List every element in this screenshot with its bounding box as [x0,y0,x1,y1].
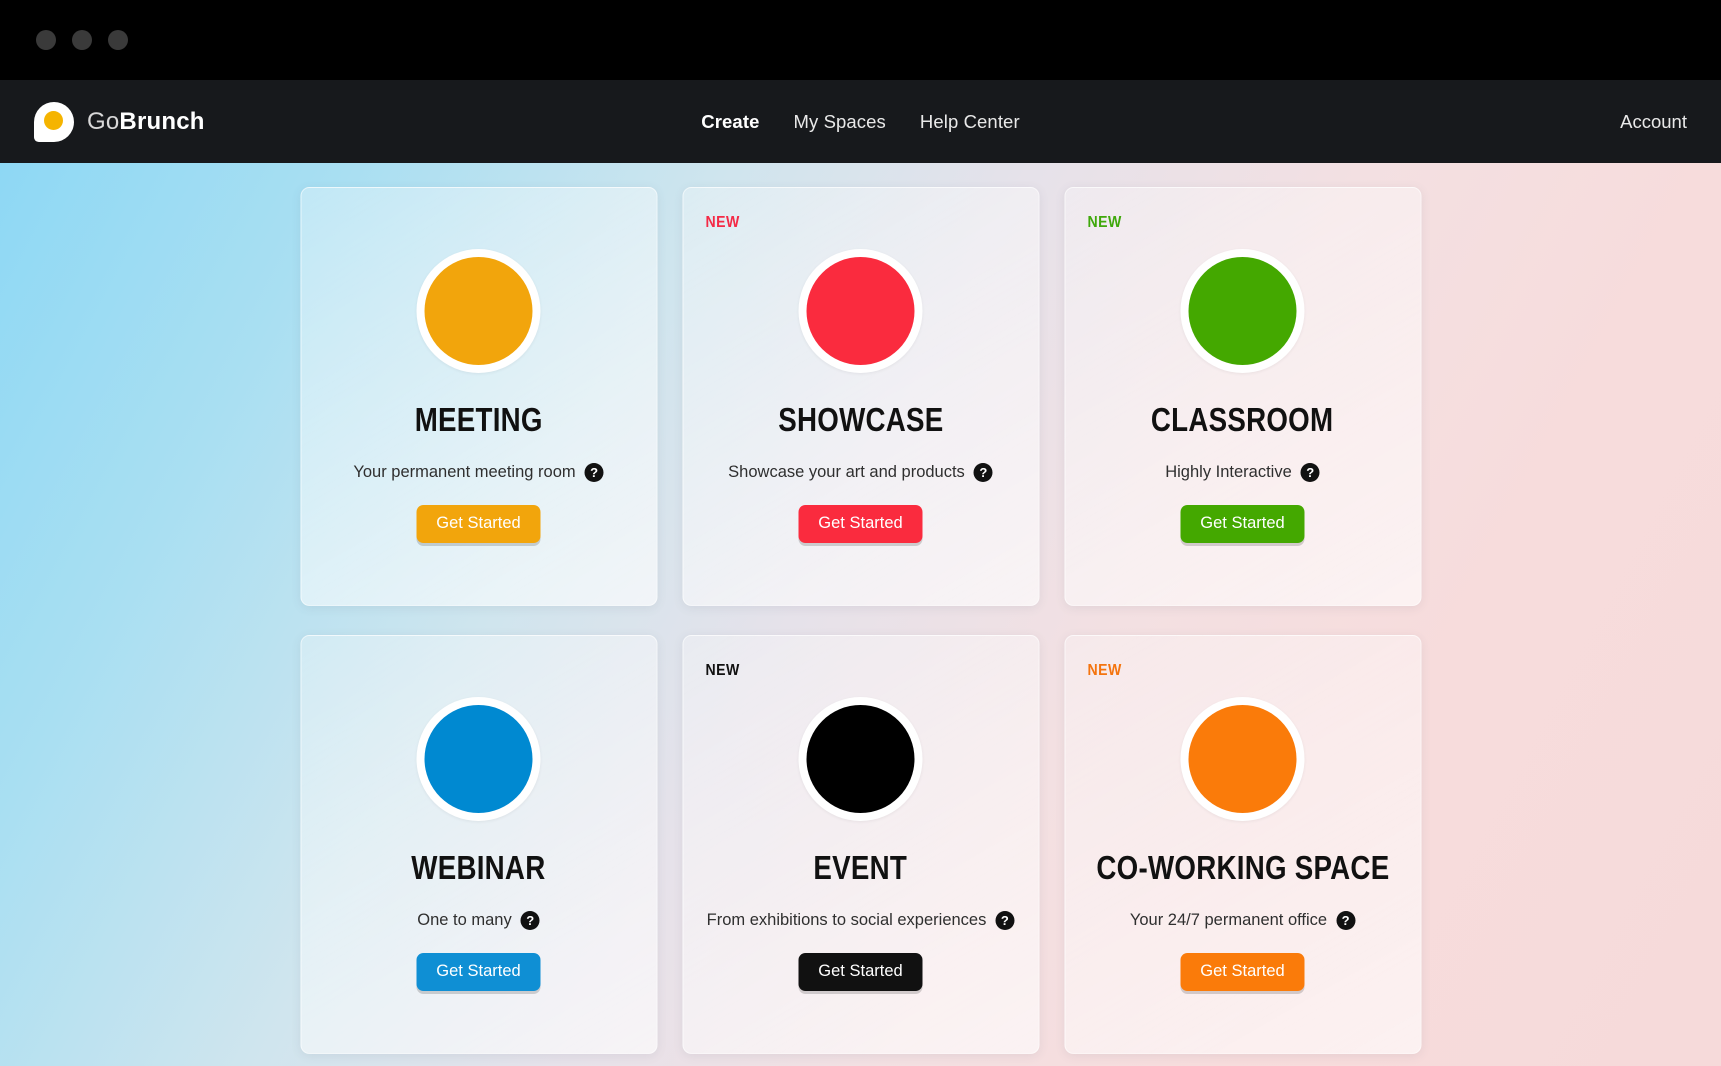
room-subtitle-row: Your permanent meeting room ? [353,463,604,482]
question-mark-icon[interactable]: ? [584,463,604,482]
room-subtitle-meeting: Your permanent meeting room [353,463,576,481]
page-background: MEETING Your permanent meeting room ? Ge… [0,163,1721,1066]
get-started-button-co-working-space[interactable]: Get Started [1180,953,1305,991]
room-title-classroom: CLASSROOM [1151,401,1334,438]
room-card-webinar[interactable]: WEBINAR One to many ? Get Started [300,635,657,1054]
new-badge-classroom: NEW [1087,214,1122,231]
primary-nav: Create My Spaces Help Center [701,111,1019,133]
room-icon-meeting [416,249,541,373]
room-card-event[interactable]: NEW EVENT From exhibitions to social exp… [682,635,1039,1054]
room-icon-co-working-space [1180,697,1305,821]
circle-swatch [424,257,533,365]
close-window-button[interactable] [36,30,56,50]
room-card-co-working-space[interactable]: NEW CO-WORKING SPACE Your 24/7 permanent… [1064,635,1421,1054]
circle-swatch [1188,257,1297,365]
maximize-window-button[interactable] [108,30,128,50]
room-title-showcase: SHOWCASE [777,401,944,438]
circle-swatch [1188,705,1297,813]
room-title-co-working-space: CO-WORKING SPACE [1095,849,1390,886]
get-started-button-classroom[interactable]: Get Started [1180,505,1305,543]
room-icon-classroom [1180,249,1305,373]
circle-swatch [806,257,915,365]
room-type-grid: MEETING Your permanent meeting room ? Ge… [300,187,1421,1054]
question-mark-icon[interactable]: ? [1336,911,1356,930]
account-menu-button[interactable]: Account [1620,111,1687,132]
room-subtitle-row: From exhibitions to social experiences ? [707,911,1015,930]
minimize-window-button[interactable] [72,30,92,50]
room-title-meeting: MEETING [414,401,543,438]
room-subtitle-row: One to many ? [417,911,540,930]
room-subtitle-showcase: Showcase your art and products [728,463,965,481]
room-subtitle-classroom: Highly Interactive [1165,463,1292,481]
room-subtitle-event: From exhibitions to social experiences [706,911,987,929]
get-started-button-webinar[interactable]: Get Started [416,953,541,991]
room-subtitle-row: Showcase your art and products ? [728,463,993,482]
room-card-meeting[interactable]: MEETING Your permanent meeting room ? Ge… [300,187,657,606]
question-mark-icon[interactable]: ? [520,911,540,930]
new-badge-showcase: NEW [705,214,740,231]
brand-name-go: Go [87,107,120,135]
question-mark-icon[interactable]: ? [973,463,993,482]
room-card-classroom[interactable]: NEW CLASSROOM Highly Interactive ? Get S… [1064,187,1421,606]
brand-name-brunch: Brunch [119,107,205,135]
nav-link-help-center[interactable]: Help Center [920,111,1020,133]
get-started-button-meeting[interactable]: Get Started [416,505,541,543]
nav-link-my-spaces[interactable]: My Spaces [793,111,885,133]
app-window: GoBrunch Create My Spaces Help Center Ac… [0,0,1721,1066]
room-subtitle-webinar: One to many [417,911,512,929]
gobrunch-egg-icon [34,101,74,142]
room-subtitle-co-working-space: Your 24/7 permanent office [1129,911,1328,929]
brand-name: GoBrunch [87,108,205,136]
top-navbar: GoBrunch Create My Spaces Help Center Ac… [0,80,1721,163]
get-started-button-event[interactable]: Get Started [798,953,923,991]
room-icon-event [798,697,923,821]
room-title-event: EVENT [813,849,908,886]
room-card-showcase[interactable]: NEW SHOWCASE Showcase your art and produ… [682,187,1039,606]
room-subtitle-row: Your 24/7 permanent office ? [1129,911,1356,930]
question-mark-icon[interactable]: ? [1300,463,1320,482]
room-title-webinar: WEBINAR [411,849,546,886]
window-titlebar [0,0,1721,80]
room-icon-showcase [798,249,923,373]
circle-swatch [806,705,915,813]
new-badge-event: NEW [705,662,740,679]
get-started-button-showcase[interactable]: Get Started [798,505,923,543]
room-subtitle-row: Highly Interactive ? [1165,463,1320,482]
brand-logo-link[interactable]: GoBrunch [34,101,205,142]
circle-swatch [424,705,533,813]
room-icon-webinar [416,697,541,821]
nav-right: Account [1620,111,1687,133]
question-mark-icon[interactable]: ? [995,911,1015,930]
nav-link-create[interactable]: Create [701,111,759,133]
new-badge-co-working-space: NEW [1087,662,1122,679]
